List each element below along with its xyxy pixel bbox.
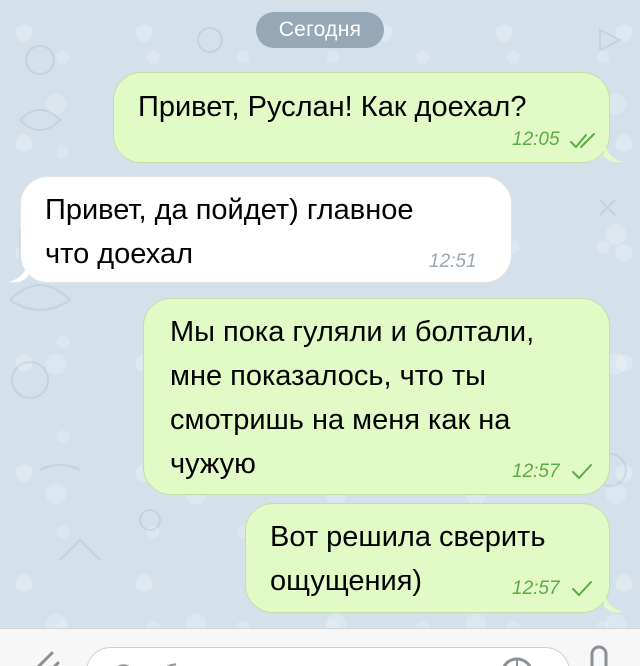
check-icon [572,464,592,479]
message-time: 12:05 [512,129,560,150]
bubble-tail [8,260,28,283]
message-field[interactable] [86,647,570,666]
date-separator: Сегодня [256,12,384,48]
outgoing-message[interactable]: Привет, Руслан! Как доехал? 12:05 [113,72,610,163]
incoming-message[interactable]: Привет, да пойдет) главное что доехал 12… [20,176,512,283]
bubble-tail [604,140,624,163]
paperclip-icon[interactable] [22,643,66,666]
message-text: Вот решила сверить ощущения) [270,521,546,597]
microphone-icon[interactable] [584,643,614,666]
message-time: 12:57 [512,461,560,482]
message-input-bar [0,628,640,666]
message-text: Мы пока гуляли и болтали, мне показалось… [170,316,535,480]
check-icon [572,581,592,596]
message-text: Привет, Руслан! Как доехал? [138,91,527,123]
message-time: 12:51 [429,251,477,272]
message-time: 12:57 [512,578,560,599]
bubble-tail [604,590,624,613]
chat-background: Сегодня Привет, Руслан! Как доехал? 12:0… [0,0,640,628]
sticker-icon[interactable] [497,654,537,666]
double-check-icon [570,133,595,148]
outgoing-message[interactable]: Мы пока гуляли и болтали, мне показалось… [143,298,610,495]
outgoing-message[interactable]: Вот решила сверить ощущения) 12:57 [245,503,610,613]
message-text: Привет, да пойдет) главное что доехал [45,194,414,270]
